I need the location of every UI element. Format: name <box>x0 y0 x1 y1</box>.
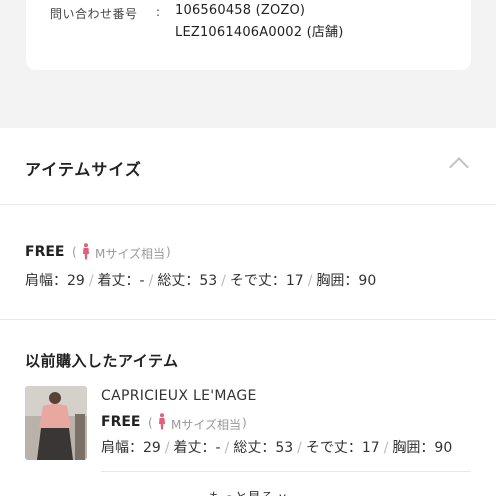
previous-m-size-equivalent: Mサイズ相当 <box>171 418 241 432</box>
inquiry-value-zozo: 106560458 (ZOZO) <box>175 3 306 18</box>
size-name: FREE <box>25 244 65 260</box>
item-size-title: アイテムサイズ <box>25 160 142 179</box>
measure-length: 着丈：- <box>97 273 145 289</box>
paren-close: ) <box>166 245 171 259</box>
previous-purchase-title: 以前購入したアイテム <box>25 352 179 370</box>
person-icon <box>159 413 165 430</box>
paren-open: ( <box>72 245 77 259</box>
measure-sleeve: そで丈：17 <box>229 273 304 289</box>
inquiry-label: 問い合わせ番号 <box>50 7 138 21</box>
item-size-section: FREE ( Mサイズ相当 ) 肩幅：29/着丈：- / 総丈：53/そで丈：17/… <box>0 204 496 496</box>
previous-paren-close: ) <box>242 416 247 430</box>
brand-name[interactable]: CAPRICIEUX LE'MAGE <box>101 388 257 404</box>
prev-measure-total-length: 総丈：53 <box>233 440 294 456</box>
measurement-row: 肩幅：29/着丈：- / 総丈：53/そで丈：17/胸囲：90 <box>25 273 377 289</box>
person-icon <box>83 243 89 260</box>
measure-chest: 胸囲：90 <box>316 273 377 289</box>
measure-shoulder: 肩幅：29 <box>25 273 85 289</box>
inquiry-value-store: LEZ1061406A0002 (店舗) <box>175 25 344 40</box>
product-image <box>25 386 87 460</box>
prev-measure-chest: 胸囲：90 <box>392 440 453 456</box>
item-size-header[interactable]: アイテムサイズ <box>0 128 496 204</box>
prev-measure-shoulder: 肩幅：29 <box>101 440 161 456</box>
previous-measurement-row: 肩幅：29/着丈：- / 総丈：53/そで丈：17/胸囲：90 <box>101 440 453 456</box>
prev-measure-sleeve: そで丈：17 <box>305 440 380 456</box>
previous-paren-open: ( <box>148 416 153 430</box>
section-divider <box>0 319 496 320</box>
product-thumbnail[interactable] <box>25 386 87 460</box>
measure-total-length: 総丈：53 <box>157 273 218 289</box>
previous-size-name: FREE <box>101 414 141 430</box>
see-more-button[interactable]: もっと見る ∨ <box>0 487 496 496</box>
item-divider <box>101 471 471 472</box>
m-size-equivalent: Mサイズ相当 <box>95 247 165 261</box>
inquiry-card: 問い合わせ番号 : 106560458 (ZOZO) LEZ1061406A00… <box>26 0 471 70</box>
prev-measure-length: 着丈：- <box>173 440 221 456</box>
inquiry-colon: : <box>156 5 161 19</box>
